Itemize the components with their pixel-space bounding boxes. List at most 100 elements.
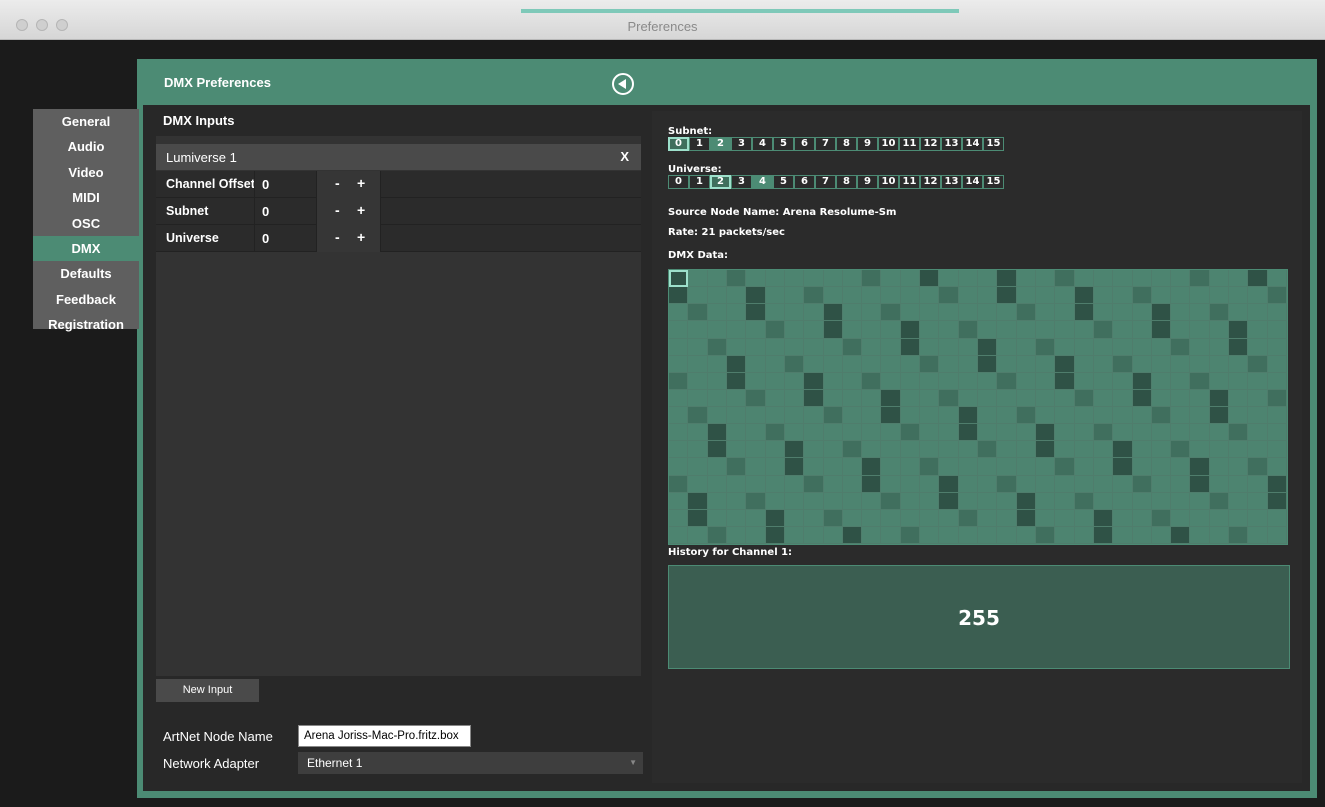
dmx-channel-cell[interactable]: [920, 372, 940, 390]
dmx-channel-cell[interactable]: [958, 441, 978, 459]
subnet-button-12[interactable]: 12: [920, 137, 941, 151]
dmx-channel-cell[interactable]: [881, 270, 901, 288]
dmx-channel-cell[interactable]: [1209, 475, 1230, 493]
dmx-channel-cell[interactable]: [1113, 355, 1133, 373]
dmx-channel-cell[interactable]: [784, 338, 805, 356]
dmx-channel-cell[interactable]: [707, 424, 727, 442]
dmx-channel-cell[interactable]: [842, 372, 863, 390]
dmx-channel-cell[interactable]: [823, 287, 843, 305]
dmx-channel-cell[interactable]: [707, 475, 727, 493]
dmx-channel-cell[interactable]: [804, 287, 824, 305]
dmx-channel-cell[interactable]: [688, 287, 708, 305]
dmx-channel-cell[interactable]: [823, 509, 843, 527]
dmx-channel-cell[interactable]: [726, 526, 747, 544]
dmx-channel-cell[interactable]: [804, 424, 824, 442]
dmx-channel-cell[interactable]: [997, 338, 1017, 356]
dmx-channel-cell[interactable]: [746, 270, 766, 288]
artnet-node-name-input[interactable]: [298, 725, 471, 747]
dmx-channel-cell[interactable]: [707, 492, 727, 510]
dmx-channel-cell[interactable]: [958, 475, 978, 493]
dmx-channel-cell[interactable]: [784, 287, 805, 305]
dmx-channel-cell[interactable]: [726, 355, 747, 373]
dmx-channel-cell[interactable]: [784, 424, 805, 442]
dmx-channel-cell[interactable]: [1171, 458, 1191, 476]
dmx-channel-cell[interactable]: [862, 372, 882, 390]
dmx-channel-cell[interactable]: [842, 321, 863, 339]
dmx-channel-cell[interactable]: [804, 270, 824, 288]
subnet-button-4[interactable]: 4: [752, 137, 773, 151]
dmx-channel-cell[interactable]: [1248, 389, 1268, 407]
dmx-channel-cell[interactable]: [688, 475, 708, 493]
universe-button-3[interactable]: 3: [731, 175, 752, 189]
dmx-channel-cell[interactable]: [784, 304, 805, 322]
dmx-channel-cell[interactable]: [746, 338, 766, 356]
dmx-channel-cell[interactable]: [920, 407, 940, 425]
dmx-channel-cell[interactable]: [1229, 509, 1249, 527]
dmx-channel-cell[interactable]: [1113, 389, 1133, 407]
dmx-channel-cell[interactable]: [1151, 475, 1172, 493]
dmx-channel-cell[interactable]: [688, 372, 708, 390]
dmx-channel-cell[interactable]: [688, 338, 708, 356]
dmx-channel-cell[interactable]: [881, 338, 901, 356]
universe-button-15[interactable]: 15: [983, 175, 1004, 189]
dmx-channel-cell[interactable]: [1209, 270, 1230, 288]
dmx-channel-cell[interactable]: [688, 526, 708, 544]
dmx-channel-cell[interactable]: [1267, 509, 1287, 527]
dmx-channel-cell[interactable]: [920, 321, 940, 339]
dmx-channel-cell[interactable]: [1093, 458, 1114, 476]
dmx-channel-cell[interactable]: [862, 492, 882, 510]
dmx-channel-cell[interactable]: [707, 287, 727, 305]
dmx-channel-cell[interactable]: [1171, 304, 1191, 322]
dmx-channel-cell[interactable]: [939, 424, 959, 442]
dmx-channel-cell[interactable]: [1267, 270, 1287, 288]
dmx-channel-cell[interactable]: [1016, 389, 1036, 407]
dmx-channel-cell[interactable]: [978, 407, 998, 425]
dmx-channel-cell[interactable]: [1132, 458, 1152, 476]
dmx-channel-cell[interactable]: [1093, 304, 1114, 322]
dmx-channel-cell[interactable]: [1190, 321, 1210, 339]
dmx-channel-cell[interactable]: [958, 407, 978, 425]
dmx-channel-cell[interactable]: [978, 441, 998, 459]
dmx-channel-cell[interactable]: [823, 304, 843, 322]
dmx-channel-cell[interactable]: [900, 458, 921, 476]
dmx-channel-cell[interactable]: [862, 338, 882, 356]
sidebar-item-osc[interactable]: OSC: [33, 211, 139, 236]
dmx-channel-cell[interactable]: [707, 526, 727, 544]
dmx-channel-cell[interactable]: [997, 407, 1017, 425]
dmx-channel-cell[interactable]: [939, 321, 959, 339]
dmx-channel-cell[interactable]: [881, 355, 901, 373]
dmx-channel-cell[interactable]: [669, 389, 689, 407]
subnet-button-15[interactable]: 15: [983, 137, 1004, 151]
dmx-channel-cell[interactable]: [1016, 321, 1036, 339]
dmx-channel-cell[interactable]: [1113, 338, 1133, 356]
dmx-channel-cell[interactable]: [900, 287, 921, 305]
dmx-channel-cell[interactable]: [1248, 441, 1268, 459]
dmx-channel-cell[interactable]: [1055, 355, 1075, 373]
dmx-channel-cell[interactable]: [765, 270, 785, 288]
dmx-channel-cell[interactable]: [1113, 372, 1133, 390]
dmx-channel-cell[interactable]: [784, 509, 805, 527]
dmx-channel-cell[interactable]: [1132, 492, 1152, 510]
dmx-channel-cell[interactable]: [978, 475, 998, 493]
dmx-channel-cell[interactable]: [1267, 407, 1287, 425]
dmx-channel-cell[interactable]: [784, 372, 805, 390]
dmx-channel-cell[interactable]: [1229, 424, 1249, 442]
dmx-channel-cell[interactable]: [1074, 270, 1094, 288]
dmx-channel-cell[interactable]: [920, 458, 940, 476]
dmx-channel-cell[interactable]: [746, 509, 766, 527]
dmx-channel-cell[interactable]: [823, 389, 843, 407]
dmx-channel-cell[interactable]: [784, 389, 805, 407]
dmx-channel-cell[interactable]: [1171, 407, 1191, 425]
dmx-channel-cell[interactable]: [1093, 321, 1114, 339]
dmx-channel-cell[interactable]: [958, 270, 978, 288]
sidebar-item-dmx[interactable]: DMX: [33, 235, 139, 262]
dmx-channel-cell[interactable]: [1209, 441, 1230, 459]
dmx-channel-cell[interactable]: [1132, 424, 1152, 442]
dmx-channel-cell[interactable]: [1132, 407, 1152, 425]
dmx-channel-cell[interactable]: [1171, 355, 1191, 373]
dmx-channel-cell[interactable]: [688, 424, 708, 442]
dmx-channel-cell[interactable]: [1209, 287, 1230, 305]
dmx-channel-cell[interactable]: [1074, 355, 1094, 373]
dmx-channel-cell[interactable]: [707, 355, 727, 373]
dmx-channel-cell[interactable]: [881, 441, 901, 459]
